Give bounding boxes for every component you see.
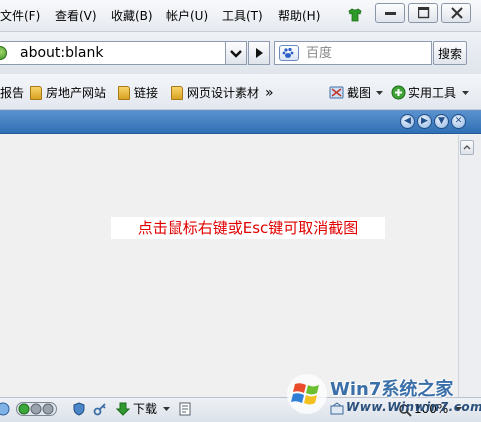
favorite-report[interactable]: 报告 [0, 84, 24, 102]
search-button[interactable]: 搜索 [433, 41, 467, 65]
tab-scroll-right-icon[interactable]: ▶ [417, 114, 432, 129]
screenshot-cancel-hint: 点击鼠标右键或Esc键可取消截图 [111, 217, 385, 239]
menu-file[interactable]: 文件(F) [0, 8, 40, 24]
utilities-menu-button[interactable]: 实用工具 [408, 84, 456, 102]
go-button[interactable] [248, 41, 270, 65]
caret-down-icon[interactable] [163, 407, 171, 413]
menu-favorites[interactable]: 收藏(B) [111, 8, 153, 24]
download-manager-button[interactable]: 下载 [133, 402, 157, 416]
tab-close-icon[interactable]: ✕ [451, 114, 466, 129]
minimize-icon [385, 12, 396, 15]
skin-shirt-icon[interactable] [347, 7, 363, 23]
address-dropdown-button[interactable] [225, 41, 247, 65]
close-icon [451, 7, 463, 19]
menu-view[interactable]: 查看(V) [55, 8, 97, 24]
menu-account[interactable]: 帐户(U) [166, 8, 208, 24]
favorites-overflow-chevron[interactable]: » [265, 84, 274, 102]
caret-down-icon[interactable] [376, 91, 384, 97]
status-page-icon [179, 402, 191, 416]
caret-down-icon[interactable] [462, 91, 470, 97]
globe-icon [0, 402, 10, 416]
scroll-up-button[interactable] [460, 140, 474, 155]
menu-help[interactable]: 帮助(H) [278, 8, 320, 24]
vertical-scrollbar[interactable] [458, 135, 481, 397]
tab-scroll-left-icon[interactable]: ◀ [400, 114, 415, 129]
screenshot-tool-button[interactable]: 截图 [347, 84, 371, 102]
folder-icon [171, 86, 183, 100]
page-content [0, 135, 458, 397]
favorite-web-design[interactable]: 网页设计素材 [187, 84, 259, 102]
screenshot-icon [329, 86, 344, 99]
windows-logo-icon [287, 374, 327, 414]
paw-glyph [282, 47, 294, 58]
close-button[interactable] [441, 3, 471, 23]
watermark-url: Www.Winwin7.com [346, 400, 481, 414]
menu-tools[interactable]: 工具(T) [222, 8, 263, 24]
network-icon[interactable] [330, 402, 344, 416]
chevron-up-icon [463, 145, 471, 150]
baidu-paw-icon[interactable] [279, 45, 299, 61]
traffic-toggle-icon[interactable] [16, 401, 58, 417]
play-arrow-icon [256, 48, 263, 58]
key-icon[interactable] [93, 402, 107, 416]
download-arrow-icon [116, 402, 130, 416]
minimize-button[interactable] [375, 3, 405, 23]
address-input[interactable]: about:blank [20, 45, 103, 61]
favorite-real-estate[interactable]: 房地产网站 [46, 84, 106, 102]
favorite-links[interactable]: 链接 [134, 84, 158, 102]
maximize-button[interactable] [408, 3, 438, 23]
search-input[interactable] [306, 44, 426, 62]
add-circle-icon [391, 85, 406, 100]
chevron-down-icon [230, 50, 242, 58]
shield-icon[interactable] [72, 402, 86, 416]
folder-icon [118, 86, 130, 100]
tab-list-icon[interactable]: ▼ [434, 114, 449, 129]
maximize-icon [418, 7, 430, 19]
watermark-brand: Win7系统之家 [330, 379, 454, 400]
folder-icon [30, 86, 42, 100]
